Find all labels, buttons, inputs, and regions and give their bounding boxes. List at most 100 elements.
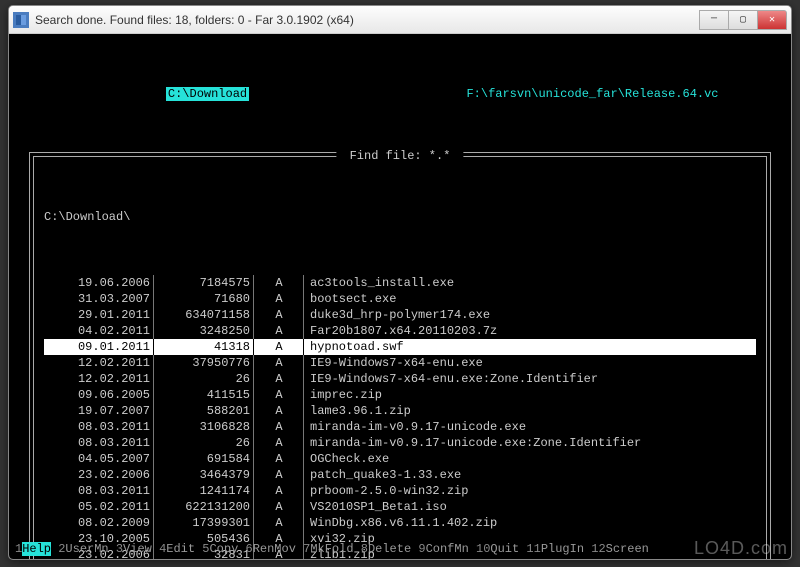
right-panel-path[interactable]: F:\farsvn\unicode_far\Release.64.vc bbox=[400, 86, 785, 102]
file-attr: A bbox=[254, 451, 304, 467]
file-row[interactable]: 19.07.2007588201Alame3.96.1.zip bbox=[44, 403, 756, 419]
file-name: VS2010SP1_Beta1.iso bbox=[304, 499, 756, 515]
file-attr: A bbox=[254, 371, 304, 387]
file-row[interactable]: 09.01.201141318Ahypnotoad.swf bbox=[44, 339, 756, 355]
file-size: 1241174 bbox=[154, 483, 254, 499]
file-date: 08.03.2011 bbox=[44, 483, 154, 499]
file-row[interactable]: 12.02.201137950776AIE9-Windows7-x64-enu.… bbox=[44, 355, 756, 371]
file-size: 71680 bbox=[154, 291, 254, 307]
file-row[interactable]: 05.02.2011622131200AVS2010SP1_Beta1.iso bbox=[44, 499, 756, 515]
file-name: prboom-2.5.0-win32.zip bbox=[304, 483, 756, 499]
file-date: 12.02.2011 bbox=[44, 355, 154, 371]
file-name: ac3tools_install.exe bbox=[304, 275, 756, 291]
current-path: C:\Download\ bbox=[44, 209, 756, 225]
file-size: 634071158 bbox=[154, 307, 254, 323]
file-date: 09.01.2011 bbox=[44, 339, 154, 355]
file-row[interactable]: 04.02.20113248250AFar20b1807.x64.2011020… bbox=[44, 323, 756, 339]
window-title: Search done. Found files: 18, folders: 0… bbox=[35, 13, 700, 27]
file-name: IE9-Windows7-x64-enu.exe:Zone.Identifier bbox=[304, 371, 756, 387]
file-row[interactable]: 23.02.20063464379Apatch_quake3-1.33.exe bbox=[44, 467, 756, 483]
file-name: miranda-im-v0.9.17-unicode.exe bbox=[304, 419, 756, 435]
file-date: 08.02.2009 bbox=[44, 515, 154, 531]
fkey-10[interactable]: 10Quit bbox=[476, 541, 526, 557]
terminal-area: C:\Download F:\farsvn\unicode_far\Releas… bbox=[9, 34, 791, 559]
file-attr: A bbox=[254, 435, 304, 451]
fkey-12[interactable]: 12Screen bbox=[591, 541, 656, 557]
file-name: WinDbg.x86.v6.11.1.402.zip bbox=[304, 515, 756, 531]
file-attr: A bbox=[254, 467, 304, 483]
file-row[interactable]: 19.06.20067184575Aac3tools_install.exe bbox=[44, 275, 756, 291]
file-name: IE9-Windows7-x64-enu.exe bbox=[304, 355, 756, 371]
file-row[interactable]: 09.06.2005411515Aimprec.zip bbox=[44, 387, 756, 403]
file-row[interactable]: 12.02.201126AIE9-Windows7-x64-enu.exe:Zo… bbox=[44, 371, 756, 387]
file-results-table[interactable]: 19.06.20067184575Aac3tools_install.exe31… bbox=[44, 275, 756, 560]
file-date: 29.01.2011 bbox=[44, 307, 154, 323]
file-date: 23.02.2006 bbox=[44, 467, 154, 483]
file-size: 37950776 bbox=[154, 355, 254, 371]
panel-tabs: C:\Download F:\farsvn\unicode_far\Releas… bbox=[15, 86, 785, 102]
application-window: Search done. Found files: 18, folders: 0… bbox=[8, 5, 792, 560]
file-row[interactable]: 08.03.20111241174Aprboom-2.5.0-win32.zip bbox=[44, 483, 756, 499]
file-name: duke3d_hrp-polymer174.exe bbox=[304, 307, 756, 323]
file-attr: A bbox=[254, 339, 304, 355]
fkey-5[interactable]: 5Copy bbox=[202, 541, 245, 557]
app-icon bbox=[13, 12, 29, 28]
file-name: OGCheck.exe bbox=[304, 451, 756, 467]
file-name: patch_quake3-1.33.exe bbox=[304, 467, 756, 483]
dialog-title: Find file: *.* bbox=[336, 148, 463, 164]
fkey-8[interactable]: 8Delete bbox=[361, 541, 419, 557]
file-attr: A bbox=[254, 275, 304, 291]
fkey-2[interactable]: 2UserMn bbox=[58, 541, 116, 557]
file-name: bootsect.exe bbox=[304, 291, 756, 307]
maximize-button[interactable]: ▢ bbox=[728, 10, 758, 30]
file-size: 7184575 bbox=[154, 275, 254, 291]
file-attr: A bbox=[254, 323, 304, 339]
left-panel-path[interactable]: C:\Download bbox=[15, 86, 400, 102]
file-size: 3106828 bbox=[154, 419, 254, 435]
fkey-1[interactable]: 1Help bbox=[15, 541, 58, 557]
file-date: 19.06.2006 bbox=[44, 275, 154, 291]
fkey-11[interactable]: 11PlugIn bbox=[526, 541, 591, 557]
file-row[interactable]: 08.02.200917399301AWinDbg.x86.v6.11.1.40… bbox=[44, 515, 756, 531]
file-date: 04.05.2007 bbox=[44, 451, 154, 467]
file-row[interactable]: 29.01.2011634071158Aduke3d_hrp-polymer17… bbox=[44, 307, 756, 323]
fkey-9[interactable]: 9ConfMn bbox=[418, 541, 476, 557]
file-date: 12.02.2011 bbox=[44, 371, 154, 387]
file-row[interactable]: 08.03.201126Amiranda-im-v0.9.17-unicode.… bbox=[44, 435, 756, 451]
fkey-6[interactable]: 6RenMov bbox=[246, 541, 304, 557]
file-size: 588201 bbox=[154, 403, 254, 419]
file-attr: A bbox=[254, 403, 304, 419]
file-attr: A bbox=[254, 307, 304, 323]
file-attr: A bbox=[254, 515, 304, 531]
function-key-bar: 1Help 2UserMn 3View 4Edit 5Copy 6RenMov … bbox=[15, 541, 785, 557]
file-date: 08.03.2011 bbox=[44, 435, 154, 451]
file-date: 08.03.2011 bbox=[44, 419, 154, 435]
find-file-dialog: Find file: *.* C:\Download\ 19.06.200671… bbox=[33, 156, 767, 560]
fkey-4[interactable]: 4Edit bbox=[159, 541, 202, 557]
file-attr: A bbox=[254, 419, 304, 435]
file-size: 26 bbox=[154, 435, 254, 451]
fkey-3[interactable]: 3View bbox=[116, 541, 159, 557]
file-name: lame3.96.1.zip bbox=[304, 403, 756, 419]
close-button[interactable]: ✕ bbox=[757, 10, 787, 30]
window-titlebar[interactable]: Search done. Found files: 18, folders: 0… bbox=[9, 6, 791, 34]
fkey-7[interactable]: 7MkFold bbox=[303, 541, 361, 557]
file-size: 411515 bbox=[154, 387, 254, 403]
file-size: 3248250 bbox=[154, 323, 254, 339]
file-size: 26 bbox=[154, 371, 254, 387]
file-size: 3464379 bbox=[154, 467, 254, 483]
file-size: 41318 bbox=[154, 339, 254, 355]
file-name: imprec.zip bbox=[304, 387, 756, 403]
file-row[interactable]: 08.03.20113106828Amiranda-im-v0.9.17-uni… bbox=[44, 419, 756, 435]
file-row[interactable]: 04.05.2007691584AOGCheck.exe bbox=[44, 451, 756, 467]
file-attr: A bbox=[254, 291, 304, 307]
file-date: 31.03.2007 bbox=[44, 291, 154, 307]
minimize-button[interactable]: ─ bbox=[699, 10, 729, 30]
file-date: 19.07.2007 bbox=[44, 403, 154, 419]
file-size: 691584 bbox=[154, 451, 254, 467]
file-date: 05.02.2011 bbox=[44, 499, 154, 515]
file-name: hypnotoad.swf bbox=[304, 339, 756, 355]
file-attr: A bbox=[254, 499, 304, 515]
file-name: Far20b1807.x64.20110203.7z bbox=[304, 323, 756, 339]
file-row[interactable]: 31.03.200771680Abootsect.exe bbox=[44, 291, 756, 307]
